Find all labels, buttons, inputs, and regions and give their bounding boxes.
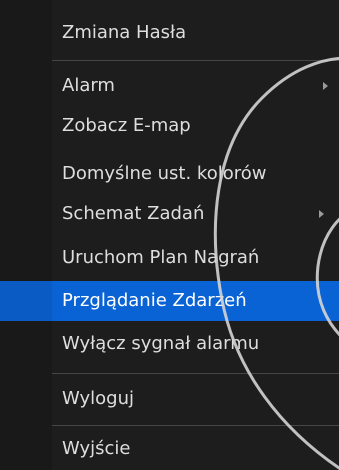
menu-item-event-browsing[interactable]: Przglądanie Zdarzeń: [0, 281, 339, 321]
menu-item-exit[interactable]: Wyjście: [0, 429, 339, 469]
menu-separator: [52, 60, 339, 61]
menu-separator: [52, 373, 339, 374]
submenu-arrow-icon: [323, 82, 328, 90]
menu-item-view-emap[interactable]: Zobacz E-map: [0, 106, 339, 146]
menu-item-label: Wyjście: [62, 438, 131, 459]
menu-item-label: Wyłącz sygnał alarmu: [62, 333, 260, 354]
menu-item-label: Alarm: [62, 75, 115, 96]
menu-item-label: Uruchom Plan Nagrań: [62, 247, 260, 268]
menu-item-run-recording-plan[interactable]: Uruchom Plan Nagrań: [0, 238, 339, 278]
menu-item-task-schedule[interactable]: Schemat Zadań: [0, 194, 339, 234]
menu-separator: [52, 425, 339, 426]
menu-item-label: Domyślne ust. kolorów: [62, 163, 267, 184]
context-menu: Zmiana Hasła Alarm Zobacz E-map Domyślne…: [0, 0, 339, 470]
menu-item-change-password[interactable]: Zmiana Hasła: [0, 13, 339, 53]
submenu-arrow-icon: [319, 210, 324, 218]
menu-item-alarm[interactable]: Alarm: [0, 66, 339, 106]
menu-item-disable-alarm-signal[interactable]: Wyłącz sygnał alarmu: [0, 324, 339, 364]
menu-item-label: Zmiana Hasła: [62, 22, 187, 43]
menu-item-default-colors[interactable]: Domyślne ust. kolorów: [0, 154, 339, 194]
menu-item-logout[interactable]: Wyloguj: [0, 379, 339, 419]
context-menu-screenshot: Zmiana Hasła Alarm Zobacz E-map Domyślne…: [0, 0, 339, 470]
menu-item-label: Zobacz E-map: [62, 115, 191, 136]
menu-item-label: Schemat Zadań: [62, 203, 205, 224]
menu-item-label: Wyloguj: [62, 388, 134, 409]
menu-item-label: Przglądanie Zdarzeń: [62, 290, 247, 311]
